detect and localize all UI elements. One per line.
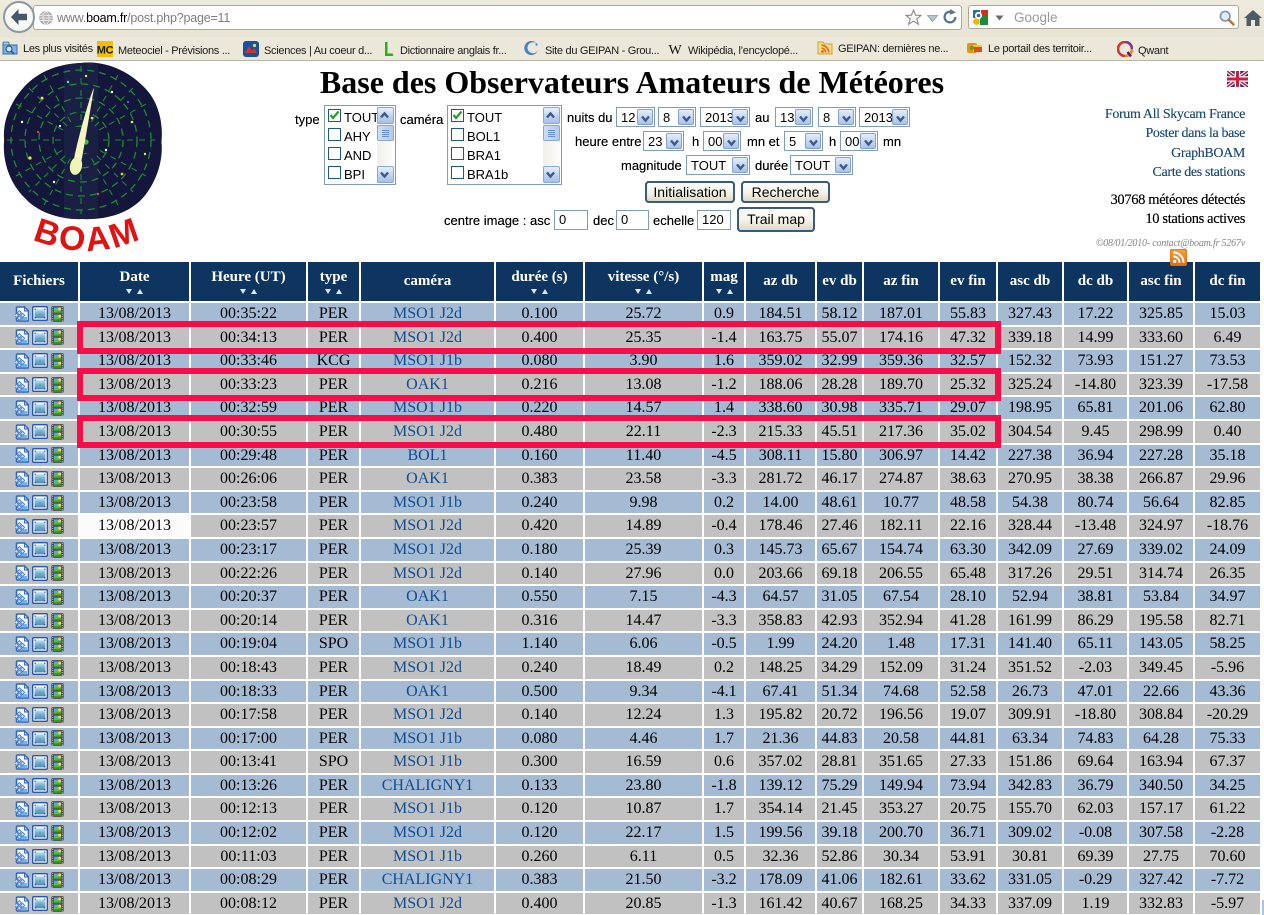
svg-text:MC: MC [97,45,113,57]
svg-text:W: W [669,43,683,57]
